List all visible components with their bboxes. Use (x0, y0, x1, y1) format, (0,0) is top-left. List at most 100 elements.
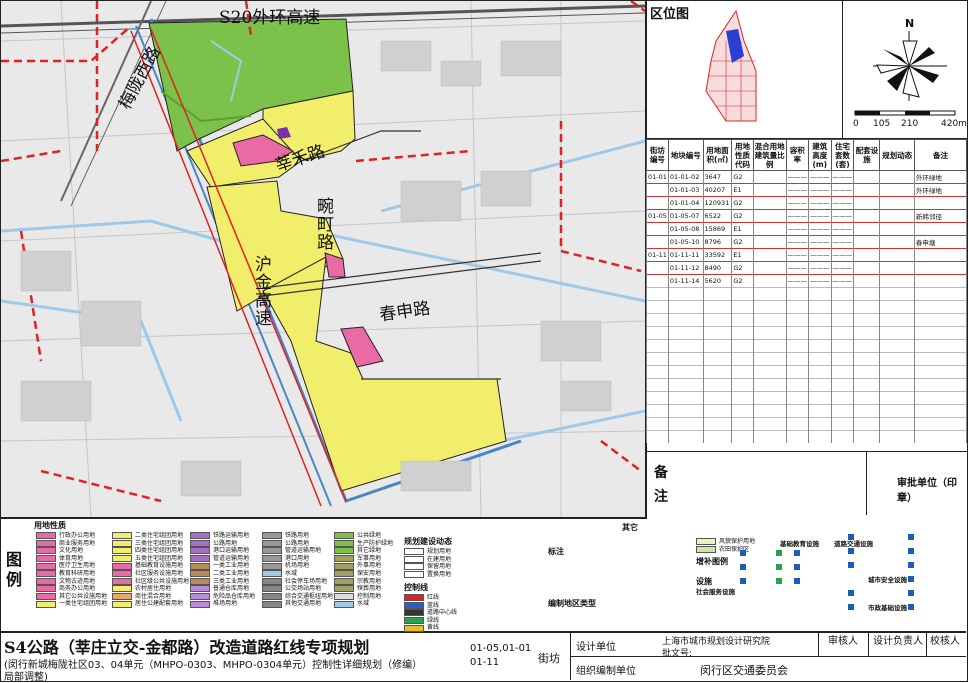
table-cell-note: 外环绿地 (913, 183, 968, 197)
legend-item: 保安用地 (334, 570, 393, 578)
map-canvas (1, 1, 645, 517)
approval-label: 审批单位（印章） (897, 478, 957, 504)
table-cell-dash: ——— (785, 222, 810, 236)
legend-swatch (190, 577, 210, 585)
table-header: 地块编号 (667, 139, 704, 171)
table-cell-code: G2 (731, 209, 754, 223)
org-unit-label: 组织编制单位 (576, 666, 636, 677)
legend-swatch (334, 577, 354, 585)
legend-swatch (190, 547, 210, 555)
remarks-char-1: 备 (654, 465, 668, 481)
legend-item: 公交场站用地 (262, 585, 333, 593)
legend-marker-heading: 标注 (548, 547, 564, 556)
legend-label: 道路中心线 (427, 609, 458, 617)
table-cell-area: 8490 (702, 261, 733, 275)
legend-label: 文化用地 (59, 547, 84, 555)
table-cell-dash: ——— (830, 183, 855, 197)
location-inset-panel: 区位图 (646, 1, 843, 139)
legend-swatch (334, 600, 354, 608)
legend-label: 黄线 (427, 624, 440, 632)
title-divider-2 (818, 632, 819, 656)
org-unit-value: 闵行区交通委员会 (700, 664, 788, 677)
table-cell-plot: 01-01-04 (667, 196, 704, 210)
legend-item: 保留用地 (404, 563, 451, 571)
table-cell-dash: ——— (785, 196, 810, 210)
legend-item: 其它绿地 (334, 547, 393, 555)
legend-label: 一类住宅组团用地 (59, 600, 108, 608)
table-row: 01-11-12 8490 G2 ——— ——— ——— (646, 261, 968, 275)
legend-swatch (190, 585, 210, 593)
legend-label: 水域 (285, 569, 298, 577)
legend-supplement-heading: 增补图例 (696, 557, 728, 566)
table-cell-block: 01-05 (646, 209, 669, 223)
legend-item: 一类住宅组团用地 (36, 600, 107, 608)
legend-swatch (696, 545, 716, 553)
table-header: 街坊编号 (646, 139, 669, 171)
table-row: 01-05-10 8796 G2 ——— ——— ——— 春申塘 (646, 235, 968, 249)
title-row-divider (570, 656, 966, 657)
legend-swatch (112, 539, 132, 547)
table-cell-area: 40207 (702, 183, 733, 197)
table-header: 用地性质代码 (731, 139, 754, 171)
legend-swatch (36, 562, 56, 570)
legend-dynamic-heading: 规划建设动态 (404, 537, 452, 546)
legend-item: 道路中心线 (404, 609, 457, 617)
project-subtitle: (闵行新城梅陇社区03、04单元（MHPO-0303、MHPO-0304单元）控… (4, 660, 423, 671)
legend-label: 普通仓库用地 (213, 585, 250, 593)
table-cell-code: E1 (731, 222, 754, 236)
legend-label: 规划用地 (427, 548, 452, 555)
legend-title: 图例 (6, 550, 23, 589)
legend-col-2: 二类住宅组团用地 三类住宅组团用地 四类住宅组团用地 五类住宅组团用地 基础教育设施用地… (112, 532, 189, 608)
legend-swatch (404, 555, 424, 563)
title-divider-4 (926, 632, 927, 656)
legend-item: 港口运输用地 (190, 547, 255, 555)
table-empty-row (646, 430, 968, 443)
legend-swatch (262, 539, 282, 547)
table-cell-block (646, 196, 669, 210)
legend-swatch (334, 570, 354, 578)
legend-item: 置换用地 (404, 571, 451, 579)
legend-swatch (190, 532, 210, 540)
approval-number: 批文号: (662, 649, 693, 659)
table-cell-dash: ——— (785, 235, 810, 249)
table-cell-dash: ——— (830, 235, 855, 249)
legend-swatch (262, 562, 282, 570)
jiefang-label: 街坊 (538, 652, 560, 665)
legend-label: 农村居住用地 (135, 585, 172, 593)
legend-label: 其他交通用地 (285, 600, 322, 608)
plot-indicator-table: 街坊编号 地块编号 用地面积(㎡) 用地性质代码 混合用地建筑量比例 容积率 建筑高度(m)… (646, 139, 968, 452)
legend-swatch (696, 538, 716, 546)
table-cell-area: 33592 (702, 248, 733, 262)
table-cell-code: E1 (731, 183, 754, 197)
table-cell-area: 6522 (702, 209, 733, 223)
table-cell-dash: ——— (785, 209, 810, 223)
table-cell-area: 5620 (702, 274, 733, 288)
legend-swatch (190, 555, 210, 563)
legend-label: 铁路运输用地 (213, 532, 250, 539)
legend-item: 普通仓库用地 (190, 585, 255, 593)
table-cell-dash: ——— (785, 274, 810, 288)
table-cell-dash: ——— (830, 209, 855, 223)
table-cell-block (646, 261, 669, 275)
table-cell-plot: 01-05-07 (667, 209, 704, 223)
planning-map[interactable]: S20外环高速 梅陇西路 莘禾路 畹町路 沪金高速 春申路 (1, 1, 647, 519)
legend-swatch (36, 585, 56, 593)
table-empty-row (646, 287, 968, 301)
designer-label: 设计负责人 (873, 636, 923, 647)
table-cell-block: 01-01 (646, 170, 669, 184)
table-cell-code: E1 (731, 248, 754, 262)
title-block: S4公路（莘庄立交-金都路）改造道路红线专项规划 (闵行新城梅陇社区03、04单… (0, 632, 966, 683)
scale-0: 0 (853, 119, 859, 129)
legend-label: 管道运输用地 (285, 547, 322, 555)
table-cell-note: 外环绿地 (913, 170, 968, 184)
table-row: 01-01 01-01-02 3647 G2 ——— ——— ——— 外环绿地 (646, 170, 968, 184)
legend-swatch (190, 562, 210, 570)
legend-swatch (404, 609, 424, 617)
table-cell-dash: ——— (830, 170, 855, 184)
project-subtitle-2: 局部调整) (4, 672, 48, 683)
legend-swatch (112, 562, 132, 570)
location-inset-map (705, 9, 757, 122)
legend-swatch (36, 532, 56, 540)
legend-item: 铁路运输用地 (190, 532, 255, 540)
table-cell-block: 01-11 (646, 248, 669, 262)
